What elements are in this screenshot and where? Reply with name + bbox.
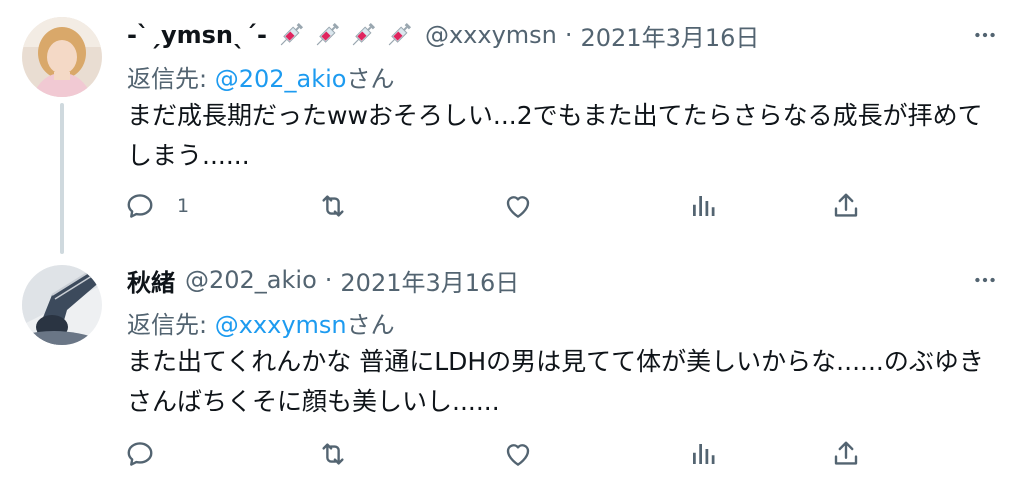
analytics-button[interactable] xyxy=(688,186,718,226)
reply-prefix: 返信先: xyxy=(127,311,215,339)
reply-icon xyxy=(127,442,153,466)
tweet-text: まだ成長期だったwwおそろしい...2でもまた出てたらさらなる成長が拝めてしまう… xyxy=(127,101,983,170)
share-button[interactable] xyxy=(831,434,861,474)
retweet-icon xyxy=(322,443,344,465)
user-handle[interactable]: @202_akio xyxy=(185,266,317,294)
reply-button[interactable]: 1 xyxy=(125,186,189,226)
reply-prefix: 返信先: xyxy=(127,65,215,93)
avatar[interactable] xyxy=(22,17,102,97)
name-emojis xyxy=(271,19,415,51)
reply-suffix: さん xyxy=(346,65,395,93)
share-button[interactable] xyxy=(831,186,861,226)
share-icon xyxy=(834,193,858,217)
display-name-text: 秋緒 xyxy=(127,268,175,297)
tweet-text: また出てくれんかな 普通にLDHの男は見てて体が美しいからな......のぶゆき… xyxy=(127,347,984,416)
separator-dot: · xyxy=(324,266,333,294)
avatar-photo xyxy=(22,17,102,97)
user-handle[interactable]: @xxxymsn xyxy=(425,21,557,49)
tweet-header: 秋緒 @202_akio · 2021年3月16日 xyxy=(127,262,519,298)
bar-chart-icon xyxy=(693,444,715,464)
tweet-header: -ˋˏymsnˎˊ- @xxxymsn · 2021年3月16日 xyxy=(127,17,759,53)
more-options-button[interactable] xyxy=(970,20,1000,50)
avatar-photo xyxy=(22,265,102,345)
syringe-icon xyxy=(352,22,375,46)
tweet-date[interactable]: 2021年3月16日 xyxy=(581,18,760,53)
bar-chart-icon xyxy=(693,196,715,216)
heart-icon xyxy=(506,444,530,466)
separator-dot: · xyxy=(564,21,573,49)
heart-icon xyxy=(506,196,530,218)
reply-suffix: さん xyxy=(346,311,395,339)
reply-to-line: 返信先: @202_akioさん xyxy=(127,59,394,94)
reply-icon xyxy=(127,194,153,218)
display-name-text: -ˋˏymsnˎˊ- xyxy=(127,21,267,49)
avatar[interactable] xyxy=(22,265,102,345)
display-name[interactable]: 秋緒 xyxy=(127,263,175,298)
syringe-icon xyxy=(316,22,339,46)
tweet-date[interactable]: 2021年3月16日 xyxy=(340,263,519,298)
tweet[interactable]: 秋緒 @202_akio · 2021年3月16日 返信先: @xxxymsnさ… xyxy=(0,250,1024,484)
like-button[interactable] xyxy=(503,186,533,226)
retweet-button[interactable] xyxy=(318,186,348,226)
thread-line xyxy=(60,103,64,254)
syringe-icon xyxy=(388,22,411,46)
reply-mention-link[interactable]: @202_akio xyxy=(215,65,347,93)
reply-count: 1 xyxy=(177,195,190,217)
reply-button[interactable] xyxy=(125,434,177,474)
analytics-button[interactable] xyxy=(688,434,718,474)
display-name[interactable]: -ˋˏymsnˎˊ- xyxy=(127,19,415,51)
more-options-button[interactable] xyxy=(970,265,1000,295)
like-button[interactable] xyxy=(503,434,533,474)
tweet-actions: 1 xyxy=(0,186,1024,226)
share-icon xyxy=(834,441,858,465)
tweet-actions xyxy=(0,434,1024,474)
syringe-icon xyxy=(280,22,303,46)
retweet-icon xyxy=(322,195,344,217)
tweet[interactable]: -ˋˏymsnˎˊ- @xxxymsn · 2021年3月16日 返信先: @2… xyxy=(0,0,1024,254)
retweet-button[interactable] xyxy=(318,434,348,474)
more-horizontal-icon xyxy=(975,277,995,283)
reply-mention-link[interactable]: @xxxymsn xyxy=(215,311,347,339)
more-horizontal-icon xyxy=(975,32,995,38)
reply-to-line: 返信先: @xxxymsnさん xyxy=(127,305,395,340)
